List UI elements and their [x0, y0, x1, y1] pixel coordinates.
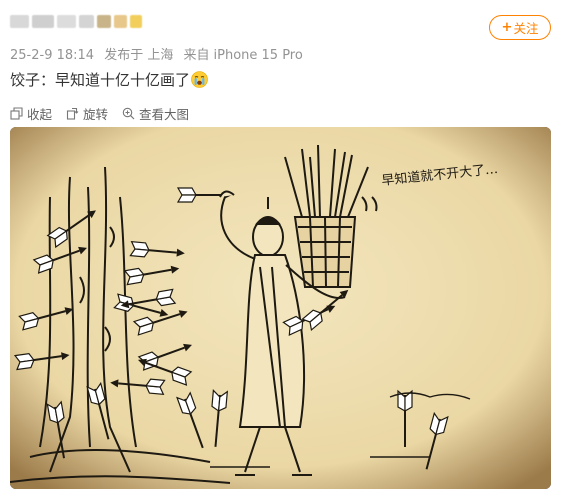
post-image[interactable]: 早知道就不开大了…: [10, 127, 551, 489]
post-device: iPhone 15 Pro: [213, 48, 303, 63]
view-large-label: 查看大图: [139, 107, 190, 122]
post-meta: 25-2-9 18:14 发布于 上海 来自 iPhone 15 Pro: [10, 44, 309, 63]
view-large-button[interactable]: 查看大图: [122, 104, 189, 123]
post-time[interactable]: 25-2-9 18:14: [10, 48, 94, 63]
image-toolbar: 收起 旋转 查看大图: [10, 104, 189, 123]
weibo-post: + 关注 25-2-9 18:14 发布于 上海 来自 iPhone 15 Pro…: [0, 0, 566, 500]
post-text: 饺子：早知道十亿十亿画了: [10, 69, 208, 90]
collapse-icon: [10, 107, 23, 120]
collapse-label: 收起: [27, 107, 53, 122]
post-text-content: 饺子：早知道十亿十亿画了: [10, 71, 191, 89]
follow-button[interactable]: + 关注: [489, 15, 551, 40]
rotate-label: 旋转: [83, 107, 109, 122]
follow-label: 关注: [513, 21, 539, 36]
rotate-icon: [66, 107, 79, 120]
collapse-button[interactable]: 收起: [10, 104, 52, 123]
plus-icon: +: [501, 20, 513, 35]
device-prefix: 来自: [183, 48, 210, 63]
crying-face-icon: [191, 71, 208, 88]
post-location: 发布于 上海: [104, 48, 174, 63]
zoom-icon: [122, 107, 135, 120]
rotate-button[interactable]: 旋转: [66, 104, 108, 123]
username-blurred[interactable]: [10, 6, 143, 36]
cartoon-arrows-sketch: 早知道就不开大了…: [10, 127, 551, 489]
